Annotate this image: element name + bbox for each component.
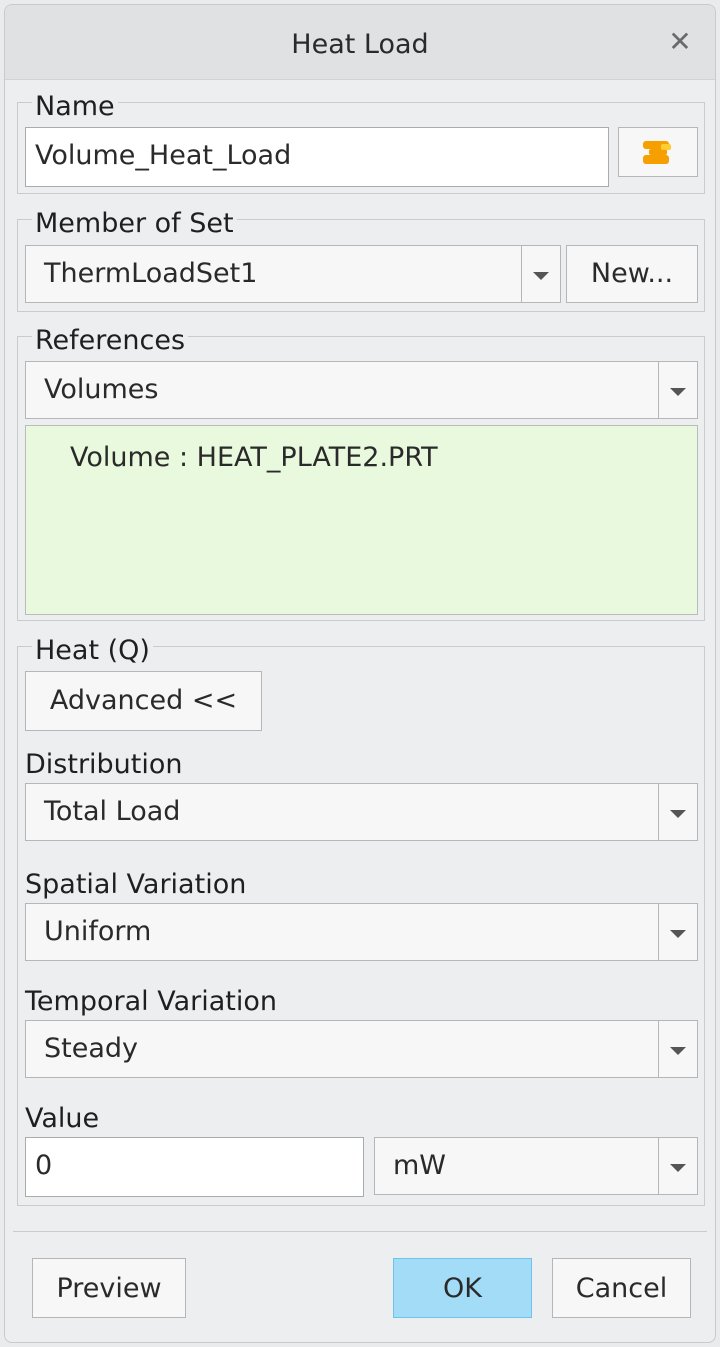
- temporal-variation-dropdown[interactable]: Steady: [25, 1020, 698, 1078]
- list-item[interactable]: Volume : HEAT_PLATE2.PRT: [70, 442, 438, 473]
- chevron-down-icon[interactable]: [658, 904, 697, 960]
- distribution-dropdown[interactable]: Total Load: [25, 783, 698, 841]
- chevron-down-icon[interactable]: [658, 362, 697, 418]
- cancel-button[interactable]: Cancel: [552, 1258, 691, 1318]
- name-label: Name: [32, 92, 118, 122]
- references-label: References: [32, 326, 189, 356]
- reference-type-dropdown[interactable]: Volumes: [25, 361, 698, 419]
- chevron-down-icon[interactable]: [521, 246, 560, 302]
- color-picker-button[interactable]: [618, 127, 698, 177]
- title-bar: Heat Load ✕: [5, 5, 715, 80]
- new-set-button[interactable]: New...: [566, 245, 698, 303]
- temporal-variation-label: Temporal Variation: [25, 986, 277, 1017]
- unit-dropdown[interactable]: mW: [374, 1137, 698, 1195]
- preview-button[interactable]: Preview: [32, 1258, 186, 1318]
- name-field[interactable]: Volume_Heat_Load: [25, 127, 609, 187]
- heat-load-dialog: Heat Load ✕ Name Volume_Heat_Load Member…: [4, 4, 716, 1343]
- reference-type-value: Volumes: [44, 374, 159, 405]
- set-dropdown-value: ThermLoadSet1: [44, 258, 258, 289]
- ok-button[interactable]: OK: [393, 1258, 532, 1318]
- chevron-down-icon[interactable]: [658, 784, 697, 840]
- set-dropdown[interactable]: ThermLoadSet1: [25, 245, 561, 303]
- temporal-variation-value: Steady: [44, 1033, 138, 1064]
- heat-label: Heat (Q): [32, 636, 153, 666]
- value-field[interactable]: 0: [25, 1137, 364, 1197]
- set-label: Member of Set: [32, 209, 237, 239]
- chevron-down-icon[interactable]: [658, 1138, 697, 1194]
- spatial-variation-value: Uniform: [44, 916, 152, 947]
- references-list[interactable]: Volume : HEAT_PLATE2.PRT: [25, 425, 698, 615]
- dialog-title: Heat Load: [291, 29, 429, 60]
- spatial-variation-label: Spatial Variation: [25, 869, 247, 900]
- spatial-variation-dropdown[interactable]: Uniform: [25, 903, 698, 961]
- distribution-value: Total Load: [44, 796, 181, 827]
- color-swatch-icon: [643, 141, 671, 164]
- value-label: Value: [25, 1103, 100, 1134]
- chevron-down-icon[interactable]: [658, 1021, 697, 1077]
- close-icon[interactable]: ✕: [665, 27, 695, 57]
- unit-value: mW: [393, 1150, 446, 1181]
- footer-divider: [13, 1231, 707, 1232]
- distribution-label: Distribution: [25, 749, 183, 780]
- advanced-button[interactable]: Advanced <<: [25, 671, 262, 731]
